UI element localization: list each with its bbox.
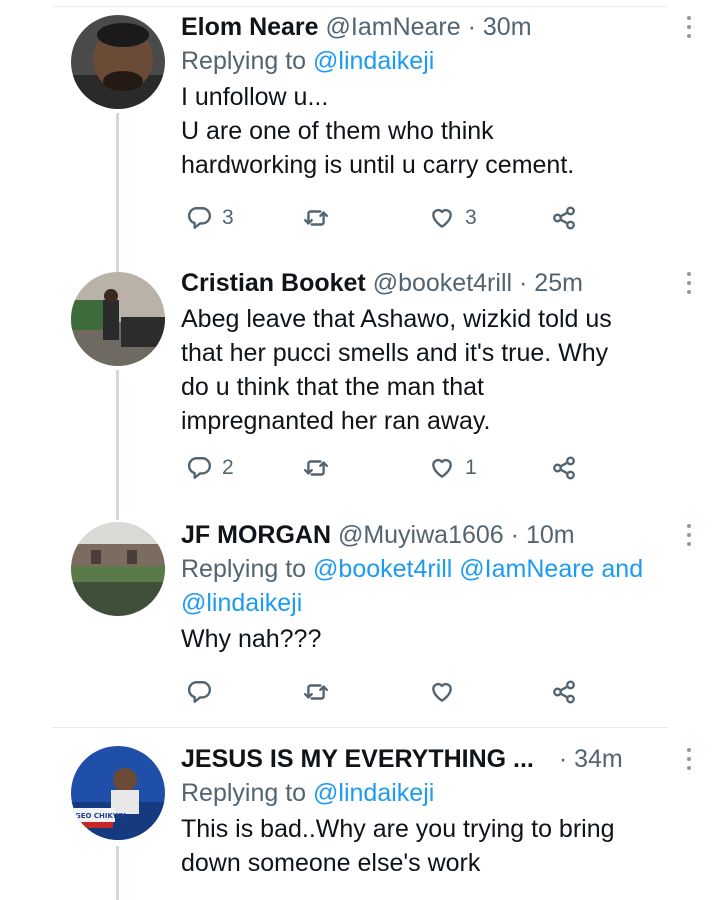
- share-icon: [553, 206, 575, 230]
- thread-line: [116, 846, 119, 900]
- action-bar: [181, 676, 601, 708]
- display-name[interactable]: JESUS IS MY EVERYTHING ...: [181, 745, 534, 773]
- timestamp[interactable]: 25m: [534, 269, 583, 297]
- action-bar: 3 3: [181, 202, 601, 234]
- retweet-icon: [303, 684, 329, 700]
- display-name[interactable]: JF MORGAN: [181, 521, 331, 549]
- tweet-text: Abeg leave that Ashawo, wizkid told us t…: [181, 302, 661, 438]
- reply-icon: [187, 457, 212, 479]
- mention-link[interactable]: @lindaikeji: [313, 47, 434, 75]
- reply-icon: [187, 207, 212, 229]
- more-options-icon[interactable]: [687, 748, 691, 770]
- tweet-text: Why nah???: [181, 622, 661, 656]
- tweet-line: I unfollow u...: [181, 83, 329, 111]
- more-options-icon[interactable]: [687, 524, 691, 546]
- tweet-divider: [52, 727, 668, 728]
- tweet-line: do u think that the man that: [181, 373, 484, 401]
- mention-link[interactable]: @booket4rill @IamNeare and: [313, 555, 643, 583]
- username[interactable]: @Muyiwa1606: [338, 521, 504, 549]
- retweet-button[interactable]: [303, 202, 329, 234]
- like-count: 3: [465, 206, 477, 229]
- mention-link[interactable]: @lindaikeji: [181, 589, 302, 617]
- tweet-header: JESUS IS MY EVERYTHING ... · 34m: [181, 742, 661, 776]
- separator-dot: ·: [467, 13, 476, 41]
- more-options-icon[interactable]: [687, 272, 691, 294]
- top-divider: [52, 6, 668, 7]
- retweet-button[interactable]: [303, 676, 329, 708]
- like-count: 1: [465, 456, 477, 479]
- replying-to-label: Replying to: [181, 779, 307, 807]
- mention-link[interactable]: @lindaikeji: [313, 779, 434, 807]
- separator-dot: ·: [558, 745, 568, 773]
- reply-button[interactable]: 3: [186, 202, 234, 234]
- like-button[interactable]: 3: [429, 202, 477, 234]
- tweet-text: I unfollow u... U are one of them who th…: [181, 80, 661, 182]
- timestamp[interactable]: 34m: [574, 745, 623, 773]
- retweet-icon: [303, 210, 329, 226]
- share-icon: [553, 680, 575, 704]
- share-icon: [553, 456, 575, 480]
- avatar[interactable]: GEO CHIKWY: [71, 746, 165, 840]
- action-bar: 2 1: [181, 452, 601, 484]
- heart-icon: [432, 458, 452, 478]
- tweet-header: Elom Neare @IamNeare · 30m: [181, 10, 661, 44]
- tweet-line: that her pucci smells and it's true. Why: [181, 339, 609, 367]
- thread-line: [116, 370, 119, 520]
- replying-to: Replying to @lindaikeji: [181, 44, 661, 78]
- reply-button[interactable]: 2: [186, 452, 234, 484]
- share-button[interactable]: [551, 676, 577, 708]
- retweet-button[interactable]: [303, 452, 329, 484]
- tweet-line: U are one of them who think: [181, 117, 494, 145]
- tweet-header: JF MORGAN @Muyiwa1606 · 10m: [181, 518, 661, 552]
- separator-dot: ·: [510, 521, 519, 549]
- thread-line: [116, 113, 119, 283]
- reply-count: 2: [222, 456, 234, 479]
- tweet-line: This is bad..Why are you trying to bring: [181, 815, 615, 843]
- avatar-badge-text: GEO CHIKWY: [75, 812, 127, 820]
- replying-to: Replying to @lindaikeji: [181, 776, 661, 810]
- timestamp[interactable]: 10m: [526, 521, 575, 549]
- tweet-line: impregnanted her ran away.: [181, 407, 491, 435]
- replying-to-continued: @lindaikeji: [181, 586, 661, 620]
- replying-to-label: Replying to: [181, 555, 307, 583]
- display-name[interactable]: Elom Neare: [181, 13, 319, 41]
- username[interactable]: @booket4rill: [373, 269, 512, 297]
- tweet-header: Cristian Booket @booket4rill · 25m: [181, 266, 661, 300]
- reply-icon: [187, 681, 212, 703]
- heart-icon: [432, 208, 452, 228]
- share-button[interactable]: [551, 202, 577, 234]
- tweet-line: hardworking is until u carry cement.: [181, 151, 575, 179]
- tweet-line: down someone else's work: [181, 849, 481, 877]
- retweet-icon: [303, 460, 329, 476]
- more-options-icon[interactable]: [687, 16, 691, 38]
- reply-button[interactable]: [186, 676, 222, 708]
- avatar[interactable]: [71, 522, 165, 616]
- like-button[interactable]: 1: [429, 452, 477, 484]
- heart-icon: [432, 682, 452, 702]
- avatar[interactable]: [71, 272, 165, 366]
- tweet-line: Abeg leave that Ashawo, wizkid told us: [181, 305, 612, 333]
- separator-dot: ·: [519, 269, 528, 297]
- share-button[interactable]: [551, 452, 577, 484]
- display-name[interactable]: Cristian Booket: [181, 269, 366, 297]
- like-button[interactable]: [429, 676, 465, 708]
- reply-count: 3: [222, 206, 234, 229]
- timestamp[interactable]: 30m: [483, 13, 532, 41]
- username[interactable]: @IamNeare: [326, 13, 461, 41]
- tweet-text: This is bad..Why are you trying to bring…: [181, 812, 661, 880]
- tweet-line: Why nah???: [181, 625, 322, 653]
- avatar[interactable]: [71, 15, 165, 109]
- replying-to: Replying to @booket4rill @IamNeare and: [181, 552, 661, 586]
- replying-to-label: Replying to: [181, 47, 307, 75]
